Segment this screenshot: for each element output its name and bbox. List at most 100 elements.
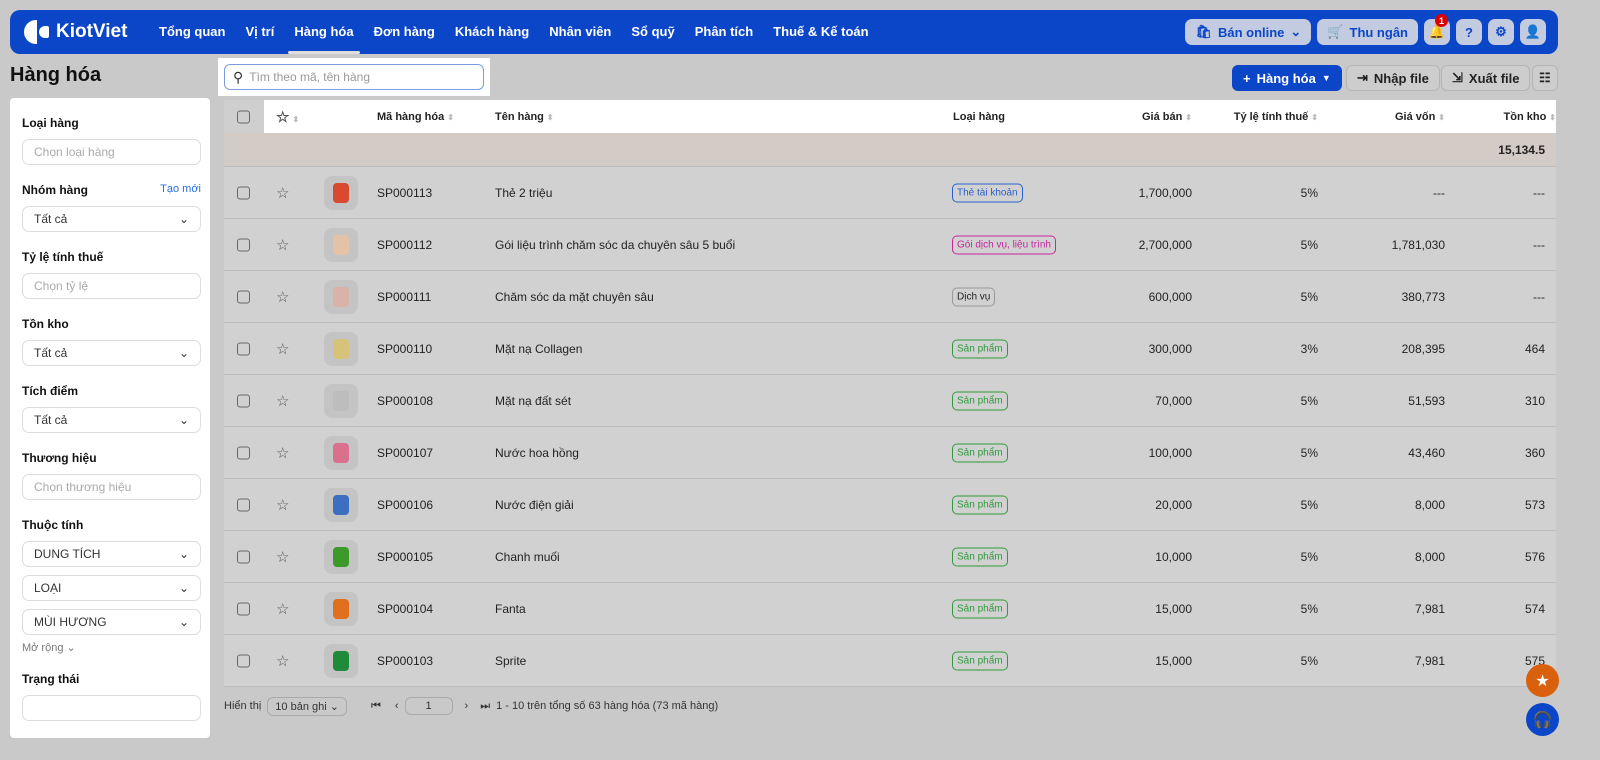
status-select[interactable]	[22, 695, 201, 721]
product-code: SP000112	[377, 237, 433, 252]
row-checkbox[interactable]	[237, 550, 250, 563]
add-product-button[interactable]: + Hàng hóa ▼	[1232, 65, 1342, 91]
tax-rate: 5%	[1300, 185, 1318, 200]
table-row[interactable]: ☆ SP000108 Mặt nạ đất sét Sản phẩm 70,00…	[224, 375, 1556, 427]
stock: 574	[1524, 601, 1545, 616]
brand-logo[interactable]: KiotViet	[24, 19, 149, 45]
attr-select[interactable]: MÙI HƯƠNG ⌄	[22, 609, 201, 635]
col-cost[interactable]: Giá vốn ⬍	[1395, 111, 1445, 123]
row-checkbox[interactable]	[237, 498, 250, 511]
table-row[interactable]: ☆ SP000111 Chăm sóc da mặt chuyên sâu Dị…	[224, 271, 1556, 323]
product-code: SP000105	[377, 549, 434, 564]
row-checkbox[interactable]	[237, 342, 250, 355]
brand-select[interactable]: Chọn thương hiệu	[22, 474, 201, 500]
table-row[interactable]: ☆ SP000104 Fanta Sản phẩm 15,000 5% 7,98…	[224, 583, 1556, 635]
nav-location[interactable]: Vị trí	[245, 10, 274, 54]
avatar[interactable]: 👤	[1520, 19, 1546, 45]
filter-sidebar: Loại hàng Chọn loại hàng Nhóm hàng Tạo mớ…	[10, 98, 210, 738]
notification-button[interactable]: 🔔 1	[1424, 14, 1450, 45]
cashier-button[interactable]: 🛒 Thu ngân	[1317, 19, 1418, 45]
support-fab[interactable]: 🎧	[1526, 703, 1559, 736]
page-input[interactable]: 1	[404, 697, 453, 715]
nav-customers[interactable]: Khách hàng	[455, 10, 529, 54]
row-checkbox[interactable]	[237, 602, 250, 615]
star-icon[interactable]: ☆	[276, 184, 289, 202]
per-page-select[interactable]: 10 bản ghi ⌄	[267, 696, 347, 716]
row-checkbox[interactable]	[237, 290, 250, 303]
tax-rate: 5%	[1300, 445, 1318, 460]
star-icon[interactable]: ☆	[276, 340, 289, 358]
table-row[interactable]: ☆ SP000105 Chanh muối Sản phẩm 10,000 5%…	[224, 531, 1556, 583]
settings-button[interactable]: ⚙	[1488, 19, 1514, 45]
points-select[interactable]: Tất cả ⌄	[22, 407, 201, 433]
type-tag: Sản phẩm	[952, 443, 1008, 462]
table-row[interactable]: ☆ SP000103 Sprite Sản phẩm 15,000 5% 7,9…	[224, 635, 1556, 687]
col-price[interactable]: Giá bán ⬍	[1142, 111, 1192, 123]
product-thumbnail	[324, 383, 358, 418]
product-thumbnail	[324, 435, 358, 470]
star-icon[interactable]: ☆	[276, 444, 289, 462]
stock: ---	[1533, 237, 1545, 252]
stock: 573	[1524, 497, 1545, 512]
star-icon[interactable]: ☆	[276, 548, 289, 566]
table-row[interactable]: ☆ SP000113 Thẻ 2 triệu Thẻ tài khoản 1,7…	[224, 167, 1556, 219]
nav-analytics[interactable]: Phân tích	[695, 10, 754, 54]
group-select[interactable]: Tất cả ⌄	[22, 206, 201, 232]
next-page-icon[interactable]: ›	[465, 700, 469, 712]
export-file-button[interactable]: ⇲ Xuất file	[1441, 65, 1531, 91]
stock: 360	[1524, 445, 1545, 460]
tax-select[interactable]: Chọn tỷ lệ	[22, 273, 201, 299]
row-checkbox[interactable]	[237, 394, 250, 407]
favorite-fab[interactable]: ★	[1526, 664, 1559, 697]
filter-label: Tích điểm	[22, 384, 79, 398]
first-page-icon[interactable]: ⏮	[371, 700, 381, 713]
help-button[interactable]: ?	[1456, 19, 1482, 45]
col-stock[interactable]: Tồn kho ⬍	[1504, 111, 1556, 123]
star-icon[interactable]: ☆	[276, 496, 289, 514]
gear-icon: ⚙	[1495, 24, 1507, 39]
nav-staff[interactable]: Nhân viên	[549, 10, 611, 54]
product-image	[333, 546, 349, 567]
star-icon[interactable]: ☆ ⬍	[276, 108, 299, 126]
cost: 7,981	[1414, 653, 1445, 668]
nav-tax[interactable]: Thuế & Kế toán	[773, 10, 868, 54]
column-toggle-button[interactable]: ☷	[1532, 65, 1558, 91]
star-icon[interactable]: ☆	[276, 600, 289, 618]
nav-products[interactable]: Hàng hóa	[288, 10, 360, 54]
notification-badge: 1	[1435, 14, 1448, 27]
star-icon[interactable]: ☆	[276, 392, 289, 410]
attr-select[interactable]: DUNG TÍCH ⌄	[22, 541, 201, 567]
row-checkbox[interactable]	[237, 446, 250, 459]
nav-cashbook[interactable]: Sổ quỹ	[631, 10, 674, 54]
search-input[interactable]: ⚲ Tìm theo mã, tên hàng	[224, 64, 484, 90]
star-icon[interactable]: ☆	[276, 236, 289, 254]
type-select[interactable]: Chọn loại hàng	[22, 139, 201, 165]
nav-orders[interactable]: Đơn hàng	[374, 10, 435, 54]
nav-overview[interactable]: Tổng quan	[159, 10, 225, 54]
prev-page-icon[interactable]: ‹	[395, 700, 399, 712]
table-row[interactable]: ☆ SP000106 Nước điện giải Sản phẩm 20,00…	[224, 479, 1556, 531]
chevron-down-icon: ⌄	[178, 413, 189, 427]
last-page-icon[interactable]: ⏭	[480, 700, 490, 713]
row-checkbox[interactable]	[237, 238, 250, 251]
select-all-checkbox[interactable]	[237, 110, 250, 123]
star-icon[interactable]: ☆	[276, 652, 289, 670]
row-checkbox[interactable]	[237, 654, 250, 667]
product-thumbnail	[324, 279, 358, 314]
create-group-link[interactable]: Tạo mới	[160, 183, 201, 197]
row-checkbox[interactable]	[237, 186, 250, 199]
table-row[interactable]: ☆ SP000110 Mặt nạ Collagen Sản phẩm 300,…	[224, 323, 1556, 375]
sell-online-button[interactable]: 🛍 Bán online ⌄	[1185, 19, 1312, 45]
attr-select[interactable]: LOẠI ⌄	[22, 575, 201, 601]
product-thumbnail	[324, 175, 358, 210]
stock-select[interactable]: Tất cả ⌄	[22, 340, 201, 366]
col-name[interactable]: Tên hàng ⬍	[495, 111, 554, 123]
expand-link[interactable]: Mở rộng ⌄	[22, 641, 201, 654]
import-file-button[interactable]: ⇥ Nhập file	[1346, 65, 1440, 91]
col-tax[interactable]: Tỷ lệ tính thuế ⬍	[1234, 111, 1318, 123]
star-icon[interactable]: ☆	[276, 288, 289, 306]
caret-down-icon: ▼	[1321, 73, 1331, 83]
col-code[interactable]: Mã hàng hóa ⬍	[377, 111, 454, 123]
table-row[interactable]: ☆ SP000107 Nước hoa hồng Sản phẩm 100,00…	[224, 427, 1556, 479]
table-row[interactable]: ☆ SP000112 Gói liệu trình chăm sóc da ch…	[224, 219, 1556, 271]
